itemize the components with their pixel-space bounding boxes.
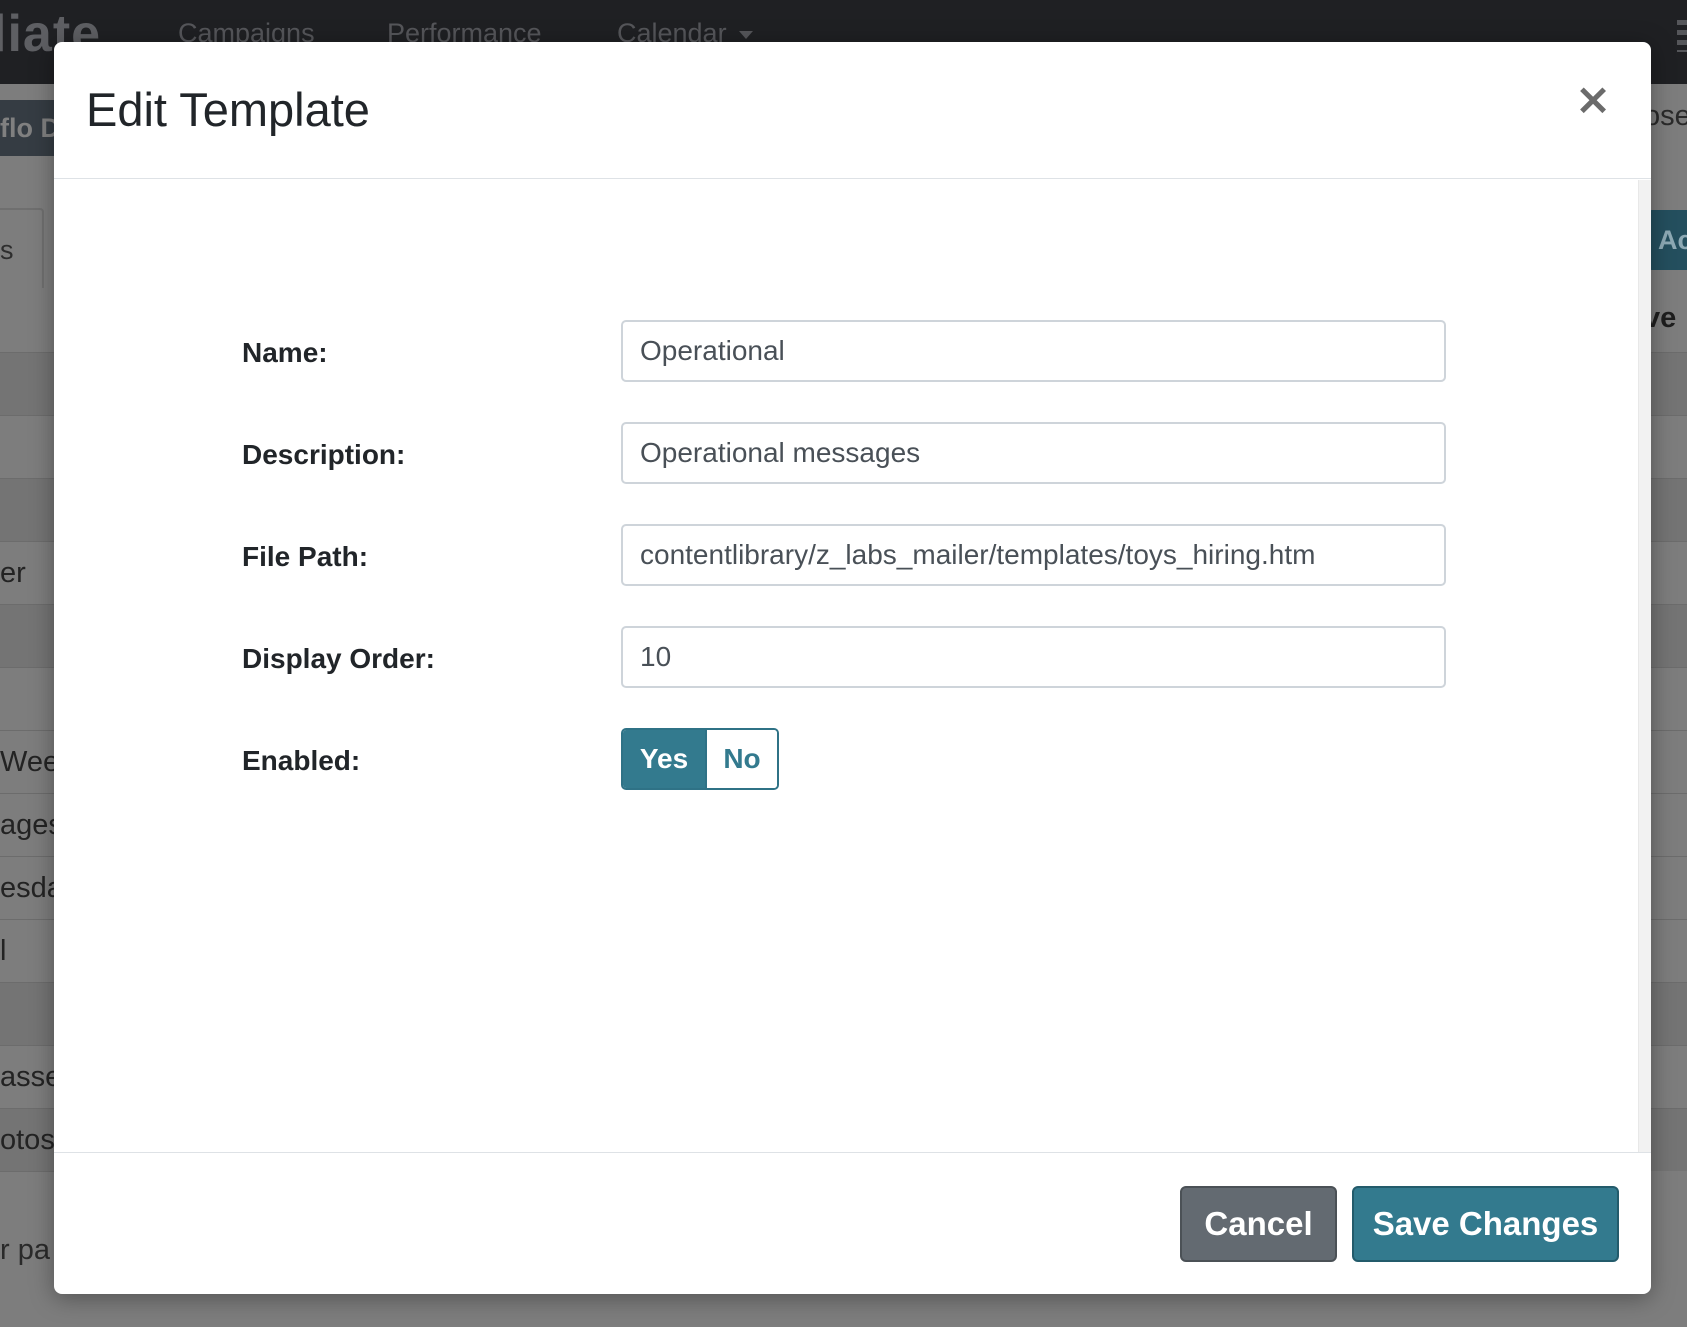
form-row-description: Description: — [54, 422, 1638, 484]
table-row: ages — [0, 793, 60, 856]
table-row — [1648, 856, 1687, 919]
background-tab: s — [0, 208, 44, 288]
modal-title: Edit Template — [86, 83, 370, 136]
description-input[interactable] — [621, 422, 1446, 484]
table-row — [0, 352, 60, 415]
background-chip: flo D — [0, 100, 60, 156]
table-row — [0, 667, 60, 730]
table-row — [1648, 793, 1687, 856]
table-row — [1648, 541, 1687, 604]
table-row — [1648, 667, 1687, 730]
enabled-yes-button[interactable]: Yes — [623, 730, 705, 788]
table-row — [1648, 919, 1687, 982]
table-row: er — [0, 541, 60, 604]
cancel-button[interactable]: Cancel — [1180, 1186, 1337, 1262]
enabled-no-button[interactable]: No — [705, 730, 777, 788]
enabled-toggle: Yes No — [621, 728, 779, 790]
modal-body: Name: Description: File Path: Display Or… — [54, 180, 1638, 1152]
menu-icon — [1677, 20, 1687, 52]
form-row-name: Name: — [54, 320, 1638, 382]
display-order-label: Display Order: — [242, 643, 435, 674]
modal-footer: Cancel Save Changes — [54, 1152, 1651, 1294]
name-input[interactable] — [621, 320, 1446, 382]
table-row — [1648, 730, 1687, 793]
table-row — [0, 604, 60, 667]
file-path-input[interactable] — [621, 524, 1446, 586]
table-row: Week — [0, 730, 60, 793]
table-row: asse — [0, 1045, 60, 1108]
form-row-display-order: Display Order: — [54, 626, 1638, 688]
table-row — [1648, 352, 1687, 415]
table-row — [1648, 1108, 1687, 1171]
table-row — [1648, 478, 1687, 541]
table-row — [0, 982, 60, 1045]
file-path-label: File Path: — [242, 541, 369, 572]
table-row — [1648, 1045, 1687, 1108]
enabled-label: Enabled: — [242, 745, 361, 776]
table-row — [1648, 604, 1687, 667]
name-label: Name: — [242, 337, 328, 368]
save-changes-button[interactable]: Save Changes — [1352, 1186, 1619, 1262]
background-add-button: Ac — [1648, 210, 1687, 270]
form-row-file-path: File Path: — [54, 524, 1638, 586]
display-order-input[interactable] — [621, 626, 1446, 688]
background-footer-text: r pa — [0, 1234, 50, 1266]
modal-body-scrollbar[interactable] — [1638, 180, 1651, 1152]
table-row: l — [0, 919, 60, 982]
caret-down-icon — [738, 30, 753, 39]
form-row-enabled: Enabled: Yes No — [54, 728, 1638, 790]
modal-header: Edit Template × — [54, 42, 1651, 179]
table-row — [1648, 982, 1687, 1045]
table-row — [0, 415, 60, 478]
table-row: esda — [0, 856, 60, 919]
edit-template-modal: Edit Template × Name: Description: File … — [54, 42, 1651, 1294]
description-label: Description: — [242, 439, 406, 470]
table-row — [1648, 415, 1687, 478]
table-row — [0, 1171, 60, 1234]
table-row: otos — [0, 1108, 60, 1171]
table-row — [0, 478, 60, 541]
close-icon[interactable]: × — [1573, 78, 1613, 122]
